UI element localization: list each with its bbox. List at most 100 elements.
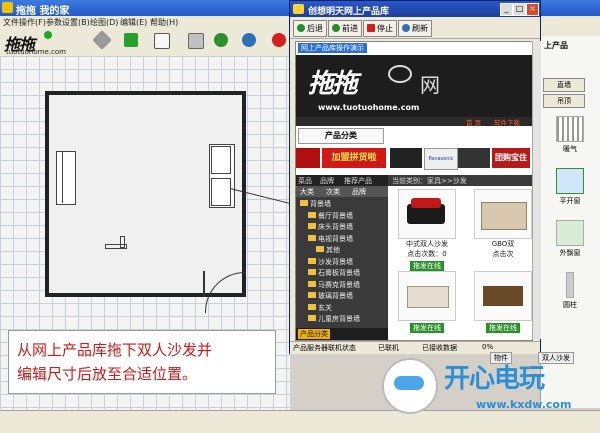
- tree-item-label: 床头背景墙: [318, 223, 353, 231]
- tree-item[interactable]: 床头背景墙: [308, 222, 353, 233]
- floor-tool-icon[interactable]: [124, 33, 138, 47]
- product-card[interactable]: GBO双 点击次: [474, 189, 532, 259]
- drag-online-button[interactable]: 拖发在线: [410, 261, 444, 271]
- refresh-label: 刷新: [412, 24, 428, 33]
- current-category-bar: 当前类别：家具>>沙发: [388, 175, 532, 186]
- ad-logo[interactable]: [296, 148, 320, 168]
- tree-item-label: 餐厅背景墙: [318, 211, 353, 220]
- tree-item[interactable]: 沙发背景墙: [308, 257, 353, 268]
- menu-settings[interactable]: 参数设置(B): [46, 17, 90, 28]
- door-leaf[interactable]: [203, 271, 205, 297]
- tree-item[interactable]: 背景墙: [300, 199, 331, 210]
- download-link[interactable]: 软件下载: [494, 117, 520, 127]
- straight-wall-button[interactable]: 直墙: [543, 78, 585, 92]
- drag-online-button[interactable]: 拖发在线: [486, 323, 520, 333]
- watermark-url: www.kxdw.com: [476, 398, 572, 411]
- product-library-window: 创想明天网上产品库 _ □ × 后退 前进 停止 刷新 网上产品库操作演示 拖拖…: [289, 0, 541, 354]
- menu-draw[interactable]: 绘图(D): [90, 17, 118, 28]
- stop-tool-icon[interactable]: [272, 33, 286, 47]
- tab-dishes[interactable]: 菜品: [298, 176, 312, 186]
- tree-item-label: 儿童房背景墙: [318, 315, 360, 323]
- tree-item[interactable]: 玄关: [308, 303, 332, 314]
- menu-help[interactable]: 帮助(H): [150, 17, 178, 28]
- rotate-tool-icon[interactable]: [214, 33, 228, 47]
- tree-item[interactable]: 其他: [316, 245, 340, 256]
- refresh-button[interactable]: 刷新: [398, 20, 432, 37]
- menu-edit[interactable]: 编辑(E): [120, 17, 147, 28]
- tree-head-major[interactable]: 大类: [300, 187, 314, 197]
- radiator-icon: [556, 116, 584, 142]
- home-link[interactable]: 首 页: [466, 117, 481, 127]
- category-tab[interactable]: 产品分类: [298, 128, 384, 144]
- product-card[interactable]: 拖发在线: [474, 271, 532, 333]
- bottom-category-tab[interactable]: 产品分类: [298, 329, 330, 339]
- tree-item-label: 电视背景墙: [318, 234, 353, 243]
- view-tool-icon[interactable]: [188, 33, 204, 49]
- product-window-title: 创想明天网上产品库: [308, 7, 390, 17]
- ceiling-button[interactable]: 吊顶: [543, 94, 585, 108]
- tree-item-label: 背景墙: [310, 200, 331, 208]
- folder-icon: [308, 280, 316, 287]
- product-card[interactable]: 中式双人沙发 点击次数：0 拖发在线: [398, 189, 456, 271]
- tutorial-caption: 从网上产品库拖下双人沙发并 编辑尺寸后放至合适位置。: [8, 330, 276, 394]
- stop-button[interactable]: 停止: [363, 20, 397, 37]
- tree-item[interactable]: 石膏板背景墙: [308, 268, 360, 279]
- demo-label[interactable]: 网上产品库操作演示: [298, 43, 367, 53]
- tree-item[interactable]: 餐厅背景墙: [308, 211, 353, 222]
- product-card[interactable]: 拖发在线: [398, 271, 456, 333]
- left-bottom-bar: 产品分类: [296, 328, 388, 340]
- back-label: 后退: [307, 24, 323, 33]
- bay-window-item[interactable]: 外飘窗: [545, 220, 595, 258]
- banner-wang: 网: [420, 73, 440, 97]
- site-links: 首 页 软件下载: [296, 117, 532, 127]
- forward-button[interactable]: 前进: [328, 20, 362, 37]
- top-band: 网上产品库操作演示: [296, 42, 532, 54]
- ad-panasonic[interactable]: Panasonic: [424, 148, 458, 170]
- column-item[interactable]: 圆柱: [545, 272, 595, 310]
- tree-head-brand[interactable]: 品牌: [352, 187, 366, 197]
- library-scrollbar[interactable]: [532, 41, 541, 339]
- casement-window-item[interactable]: 平开窗: [545, 168, 595, 206]
- grid-tool-icon[interactable]: [154, 33, 170, 49]
- tree-item[interactable]: 马赛克背景墙: [308, 280, 360, 291]
- banner-url: www.tuotuohome.com: [318, 103, 420, 112]
- tab-brand[interactable]: 品牌: [320, 176, 334, 186]
- server-status-label: 产品服务器联机状态: [293, 344, 356, 352]
- ad-brand-2[interactable]: [390, 148, 422, 168]
- drag-online-button[interactable]: 拖发在线: [410, 323, 444, 333]
- group-buy-ad[interactable]: 团购宝住: [492, 148, 530, 168]
- ad-brand-4[interactable]: [458, 148, 490, 168]
- tree-item-label: 马赛克背景墙: [318, 280, 360, 289]
- folder-icon: [308, 303, 316, 310]
- banner-swirl-icon: [388, 65, 412, 83]
- stop-x-icon: [367, 24, 375, 32]
- close-icon[interactable]: ×: [526, 3, 539, 16]
- product-clicks: 点击次: [492, 250, 514, 258]
- tree-item[interactable]: 儿童房背景墙: [308, 314, 360, 325]
- back-arrow-icon: [297, 24, 305, 32]
- minimize-icon[interactable]: _: [500, 3, 513, 16]
- progress-percent: 0%: [482, 343, 494, 351]
- back-button[interactable]: 后退: [293, 20, 327, 37]
- refresh-icon: [402, 24, 410, 32]
- ad-strip: 加盟拼货啦 Panasonic 团购宝住: [296, 147, 532, 170]
- radiator-item[interactable]: 暖气: [545, 116, 595, 154]
- radiator-label: 暖气: [563, 145, 577, 153]
- tree-item[interactable]: 玻璃背景墙: [308, 291, 353, 302]
- tab-recommended[interactable]: 推荐产品: [344, 176, 372, 186]
- maximize-icon[interactable]: □: [513, 3, 526, 16]
- window-icon: [556, 168, 584, 194]
- refresh-tool-icon[interactable]: [242, 33, 256, 47]
- promo-ad[interactable]: 加盟拼货啦: [322, 148, 386, 168]
- caption-line2: 编辑尺寸后放至合适位置。: [17, 365, 198, 383]
- mascot-icon: [382, 358, 438, 414]
- watermark: 物件 双人沙发 开心电玩 www.kxdw.com: [378, 352, 594, 426]
- site-banner: 拖拖 网 www.tuotuohome.com: [296, 55, 532, 117]
- menu-file[interactable]: 文件操作(F): [3, 17, 46, 28]
- current-category: 当前类别：家具>>沙发: [392, 177, 467, 185]
- tree-head-minor[interactable]: 次类: [326, 187, 340, 197]
- left-tabs: 菜品 品牌 推荐产品: [296, 175, 388, 186]
- left-furniture-inner: [62, 151, 75, 203]
- tree-item[interactable]: 电视背景墙: [308, 234, 353, 245]
- banner-logo: 拖拖: [308, 69, 358, 99]
